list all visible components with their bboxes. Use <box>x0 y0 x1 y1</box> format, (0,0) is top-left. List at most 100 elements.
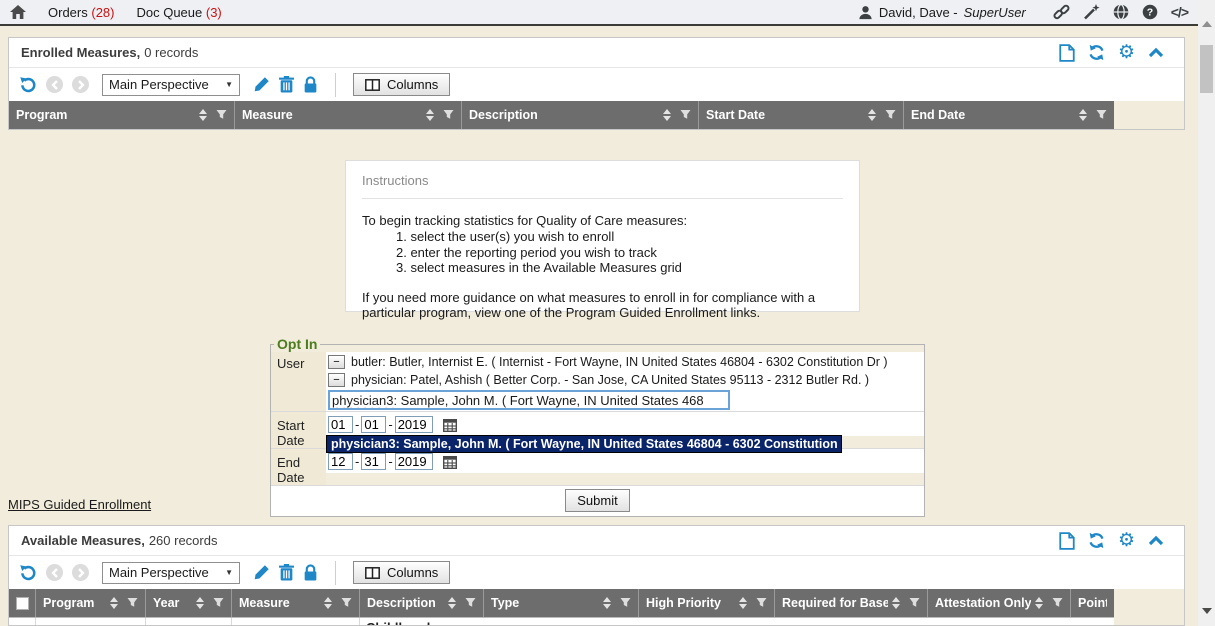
filter-icon[interactable] <box>465 598 476 608</box>
filter-icon[interactable] <box>341 598 352 608</box>
svg-text:?: ? <box>1147 7 1153 19</box>
calendar-icon[interactable] <box>443 418 457 432</box>
column-header-high-priority[interactable]: High Priority <box>638 589 774 617</box>
sort-icon[interactable] <box>663 109 671 121</box>
submit-button[interactable]: Submit <box>565 489 629 512</box>
perspective-select[interactable]: Main Perspective▼ <box>102 562 240 584</box>
sort-icon[interactable] <box>1035 597 1043 609</box>
refresh-icon[interactable] <box>1088 532 1105 549</box>
filter-icon[interactable] <box>909 598 920 608</box>
edit-pencil-icon[interactable] <box>253 76 270 93</box>
history-forward-icon[interactable] <box>72 564 89 581</box>
sort-icon[interactable] <box>110 597 118 609</box>
filter-icon[interactable] <box>680 110 691 120</box>
vertical-scrollbar[interactable] <box>1198 0 1215 626</box>
column-header-start-date[interactable]: Start Date <box>698 101 903 129</box>
remove-user-button[interactable]: − <box>328 355 345 369</box>
refresh-icon[interactable] <box>1088 44 1105 61</box>
sort-icon[interactable] <box>196 597 204 609</box>
nav-orders[interactable]: Orders (28) <box>48 5 114 20</box>
select-all-checkbox[interactable] <box>16 597 29 610</box>
instructions-footer: If you need more guidance on what measur… <box>362 290 843 321</box>
start-year-input[interactable] <box>395 416 433 433</box>
sort-icon[interactable] <box>603 597 611 609</box>
sort-icon[interactable] <box>868 109 876 121</box>
history-back-icon[interactable] <box>46 564 63 581</box>
start-date-label: Start Date <box>271 412 326 448</box>
scrollbar-thumb[interactable] <box>1200 45 1213 93</box>
column-header-description[interactable]: Description <box>359 589 483 617</box>
calendar-icon[interactable] <box>443 455 457 469</box>
new-document-icon[interactable] <box>1059 532 1075 550</box>
instructions-step: 1. select the user(s) you wish to enroll <box>396 229 843 245</box>
filter-icon[interactable] <box>1096 110 1107 120</box>
undo-icon[interactable] <box>19 76 37 94</box>
undo-icon[interactable] <box>19 564 37 582</box>
remove-user-button[interactable]: − <box>328 373 345 387</box>
columns-button[interactable]: Columns <box>353 561 450 584</box>
home-icon[interactable] <box>10 5 26 20</box>
end-day-input[interactable] <box>361 453 386 470</box>
end-month-input[interactable] <box>328 453 353 470</box>
column-header-description[interactable]: Description <box>461 101 698 129</box>
column-header-type[interactable]: Type <box>483 589 638 617</box>
sort-icon[interactable] <box>426 109 434 121</box>
lock-icon[interactable] <box>303 564 318 581</box>
column-header-attestation-only[interactable]: Attestation Only <box>927 589 1070 617</box>
user-search-input[interactable]: physician3: Sample, John M. ( Fort Wayne… <box>328 390 730 410</box>
column-header-measure[interactable]: Measure <box>231 589 359 617</box>
nav-doc-queue[interactable]: Doc Queue (3) <box>136 5 221 20</box>
start-day-input[interactable] <box>361 416 386 433</box>
scroll-up-arrow-icon[interactable] <box>1202 21 1212 27</box>
delete-trash-icon[interactable] <box>279 76 294 93</box>
settings-gear-icon[interactable]: ⚙ <box>1118 44 1135 61</box>
row-description-cell: Childhood <box>359 618 639 626</box>
history-forward-icon[interactable] <box>72 76 89 93</box>
scroll-down-arrow-icon[interactable] <box>1202 608 1212 614</box>
delete-trash-icon[interactable] <box>279 564 294 581</box>
collapse-chevron-icon[interactable] <box>1148 47 1164 58</box>
end-year-input[interactable] <box>395 453 433 470</box>
perspective-select[interactable]: Main Perspective▼ <box>102 74 240 96</box>
settings-gear-icon[interactable]: ⚙ <box>1118 532 1135 549</box>
history-back-icon[interactable] <box>46 76 63 93</box>
wand-icon[interactable] <box>1083 4 1100 20</box>
new-document-icon[interactable] <box>1059 44 1075 62</box>
lock-icon[interactable] <box>303 76 318 93</box>
autocomplete-suggestion[interactable]: physician3: Sample, John M. ( Fort Wayne… <box>326 435 842 453</box>
filter-icon[interactable] <box>756 598 767 608</box>
columns-button[interactable]: Columns <box>353 73 450 96</box>
globe-icon[interactable] <box>1113 4 1129 20</box>
column-header-program[interactable]: Program <box>35 589 145 617</box>
filter-icon[interactable] <box>620 598 631 608</box>
filter-icon[interactable] <box>1052 598 1063 608</box>
help-icon[interactable]: ? <box>1142 4 1158 20</box>
mips-guided-enrollment-link[interactable]: MIPS Guided Enrollment <box>8 497 151 512</box>
sort-icon[interactable] <box>892 597 900 609</box>
link-icon[interactable] <box>1053 4 1070 20</box>
sort-icon[interactable] <box>1079 109 1087 121</box>
user-menu[interactable]: David, Dave - SuperUser <box>858 5 1026 20</box>
sort-icon[interactable] <box>739 597 747 609</box>
sort-icon[interactable] <box>324 597 332 609</box>
code-icon[interactable]: </> <box>1171 4 1188 20</box>
filter-icon[interactable] <box>885 110 896 120</box>
sort-icon[interactable] <box>448 597 456 609</box>
column-header-end-date[interactable]: End Date <box>903 101 1114 129</box>
column-header-points[interactable]: Points <box>1070 589 1114 617</box>
instructions-step: 3. select measures in the Available Meas… <box>396 260 843 276</box>
column-header-year[interactable]: Year <box>145 589 231 617</box>
edit-pencil-icon[interactable] <box>253 564 270 581</box>
filter-icon[interactable] <box>216 110 227 120</box>
column-header-measure[interactable]: Measure <box>234 101 461 129</box>
filter-icon[interactable] <box>443 110 454 120</box>
column-header-program[interactable]: Program <box>9 101 234 129</box>
filter-icon[interactable] <box>213 598 224 608</box>
record-count: 260 records <box>149 533 218 548</box>
sort-icon[interactable] <box>199 109 207 121</box>
start-month-input[interactable] <box>328 416 353 433</box>
table-row[interactable]: Childhood <box>9 617 1114 626</box>
column-header-required-for-base[interactable]: Required for Base <box>774 589 927 617</box>
collapse-chevron-icon[interactable] <box>1148 535 1164 546</box>
filter-icon[interactable] <box>127 598 138 608</box>
